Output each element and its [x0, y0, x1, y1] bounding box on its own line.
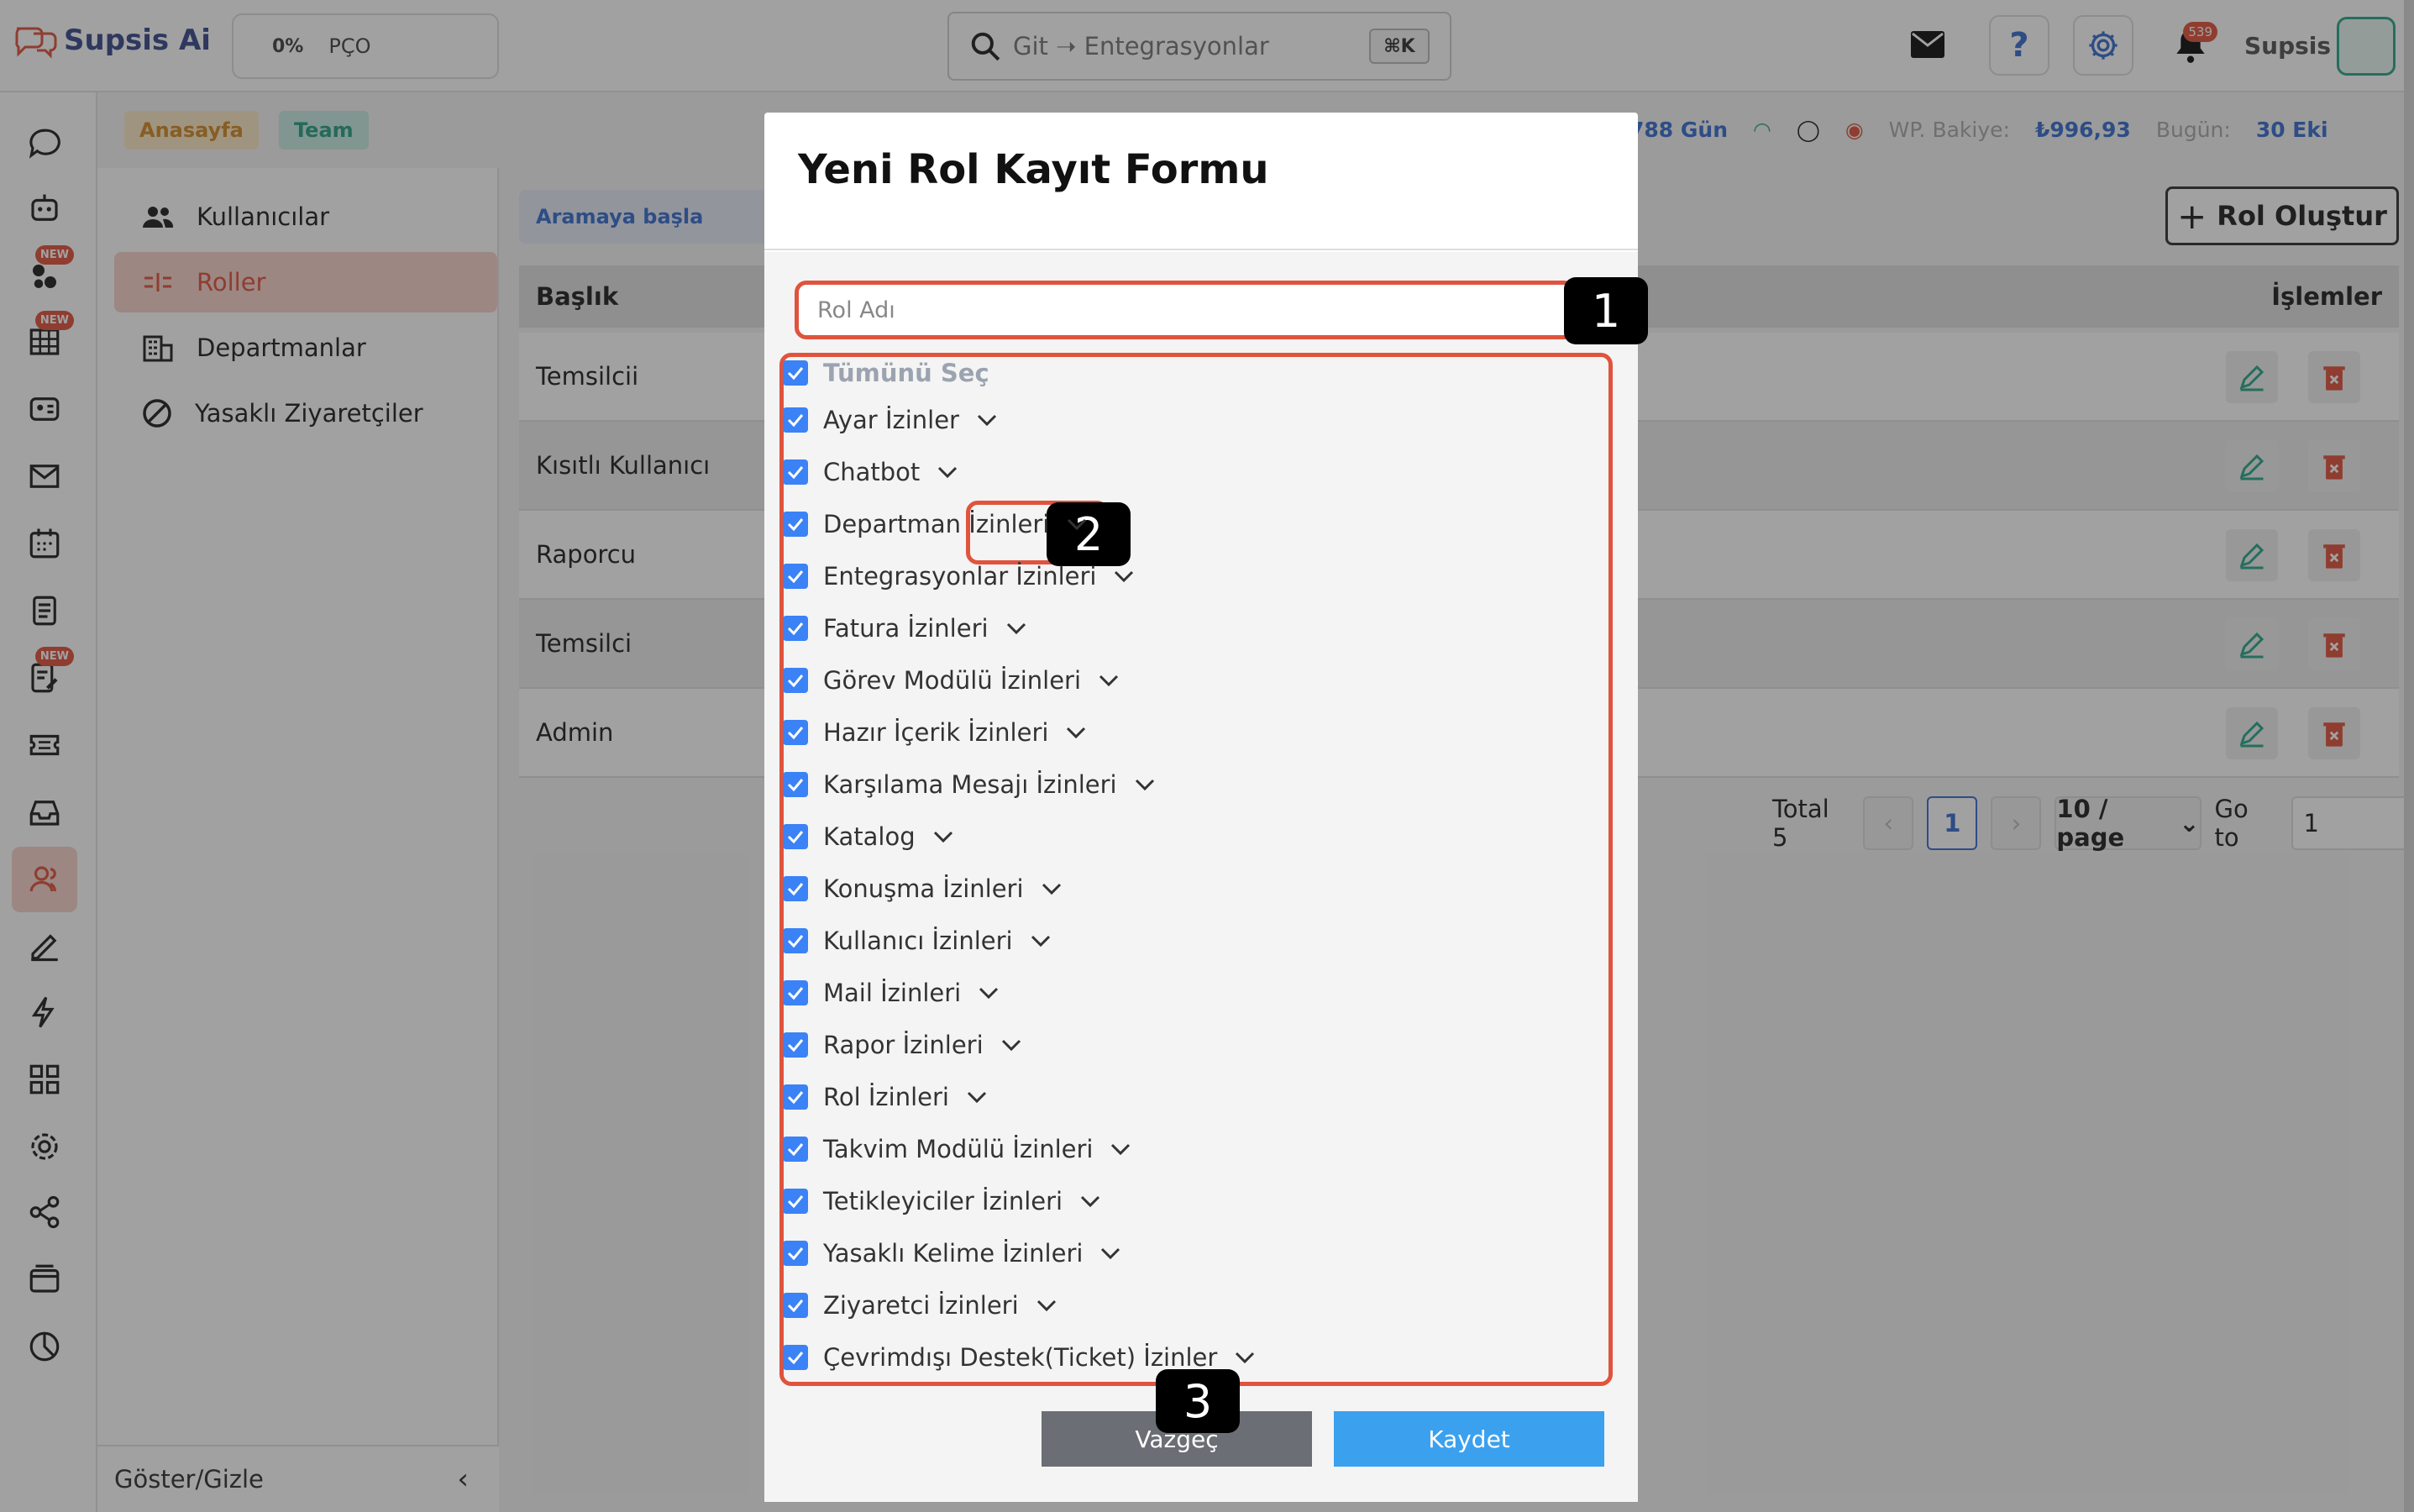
chevron-down-icon[interactable] [1066, 517, 1088, 531]
checkbox-checked-icon[interactable] [783, 1189, 808, 1214]
permission-item[interactable]: Kullanıcı İzinleri [783, 924, 1052, 958]
chevron-down-icon[interactable] [1036, 1299, 1057, 1312]
checkbox-checked-icon[interactable] [783, 928, 808, 953]
chevron-down-icon[interactable] [966, 1090, 988, 1104]
checkbox-checked-icon[interactable] [783, 1241, 808, 1266]
chevron-down-icon[interactable] [1098, 674, 1120, 687]
checkbox-checked-icon[interactable] [783, 512, 808, 537]
permission-item[interactable]: Rol İzinleri [783, 1080, 988, 1114]
checkbox-checked-icon[interactable] [783, 407, 808, 433]
permission-label: Rol İzinleri [823, 1083, 949, 1111]
permission-item[interactable]: Konuşma İzinleri [783, 872, 1063, 906]
select-all-checkbox[interactable]: Tümünü Seç [783, 356, 989, 390]
permission-label: Hazır İçerik İzinleri [823, 718, 1049, 747]
checkbox-checked-icon[interactable] [783, 980, 808, 1005]
permission-label: Departman İzinleri [823, 510, 1050, 538]
chevron-down-icon[interactable] [1134, 778, 1156, 791]
chevron-down-icon[interactable] [1005, 622, 1027, 635]
chevron-down-icon[interactable] [1099, 1247, 1121, 1260]
permission-item[interactable]: Entegrasyonlar İzinleri [783, 559, 1135, 593]
select-all-label: Tümünü Seç [823, 359, 989, 387]
role-name-input[interactable]: Rol Adı [795, 281, 1576, 339]
modal-title: Yeni Rol Kayıt Formu [798, 146, 1269, 193]
callout-1: 1 [1564, 277, 1648, 344]
checkbox-checked-icon[interactable] [783, 564, 808, 589]
permission-label: Görev Modülü İzinleri [823, 666, 1082, 695]
callout-3: 3 [1156, 1369, 1240, 1433]
chevron-down-icon[interactable] [1079, 1194, 1101, 1208]
permission-item[interactable]: Tetikleyiciler İzinleri [783, 1184, 1101, 1218]
chevron-down-icon[interactable] [1000, 1038, 1022, 1052]
chevron-down-icon[interactable] [1234, 1351, 1256, 1364]
permission-label: Konuşma İzinleri [823, 874, 1024, 903]
permission-label: Ziyaretci İzinleri [823, 1291, 1019, 1320]
permission-label: Mail İzinleri [823, 979, 962, 1007]
permission-item[interactable]: Ziyaretci İzinleri [783, 1289, 1057, 1322]
permission-item[interactable]: Chatbot [783, 455, 958, 489]
permission-label: Kullanıcı İzinleri [823, 927, 1013, 955]
permission-label: Tetikleyiciler İzinleri [823, 1187, 1063, 1215]
checkbox-checked-icon[interactable] [783, 1293, 808, 1318]
chevron-down-icon[interactable] [978, 986, 1000, 1000]
checkbox-checked-icon [783, 360, 808, 386]
permission-item[interactable]: Ayar İzinler [783, 403, 998, 437]
checkbox-checked-icon[interactable] [783, 1345, 808, 1370]
chevron-down-icon[interactable] [976, 413, 998, 427]
permission-item[interactable]: Departman İzinleri [783, 507, 1088, 541]
permission-item[interactable]: Rapor İzinleri [783, 1028, 1022, 1062]
checkbox-checked-icon[interactable] [783, 720, 808, 745]
chevron-down-icon[interactable] [932, 830, 954, 843]
permission-label: Yasaklı Kelime İzinleri [823, 1239, 1084, 1268]
checkbox-checked-icon[interactable] [783, 616, 808, 641]
checkbox-checked-icon[interactable] [783, 876, 808, 901]
checkbox-checked-icon[interactable] [783, 668, 808, 693]
permission-item[interactable]: Görev Modülü İzinleri [783, 664, 1120, 697]
role-form-modal: Yeni Rol Kayıt Formu Rol Adı 1 Tümünü Se… [764, 113, 1648, 1502]
chevron-down-icon[interactable] [1065, 726, 1087, 739]
chevron-down-icon[interactable] [1041, 882, 1063, 895]
checkbox-checked-icon[interactable] [783, 459, 808, 485]
save-button[interactable]: Kaydet [1334, 1411, 1604, 1467]
permission-item[interactable]: Hazır İçerik İzinleri [783, 716, 1087, 749]
permission-item[interactable]: Takvim Modülü İzinleri [783, 1132, 1131, 1166]
permission-item[interactable]: Fatura İzinleri [783, 612, 1027, 645]
chevron-down-icon[interactable] [1030, 934, 1052, 948]
checkbox-checked-icon[interactable] [783, 1084, 808, 1110]
permission-label: Fatura İzinleri [823, 614, 989, 643]
permission-item[interactable]: Katalog [783, 820, 954, 853]
permission-item[interactable]: Mail İzinleri [783, 976, 1000, 1010]
modal-body: Rol Adı 1 Tümünü Seç 2 Ayar İzinler Chatb… [764, 252, 1648, 1502]
permission-label: Chatbot [823, 458, 921, 486]
permission-label: Ayar İzinler [823, 406, 959, 434]
checkbox-checked-icon[interactable] [783, 1137, 808, 1162]
permission-label: Çevrimdışı Destek(Ticket) İzinler [823, 1343, 1218, 1372]
chevron-down-icon[interactable] [1110, 1142, 1131, 1156]
permission-label: Entegrasyonlar İzinleri [823, 562, 1097, 591]
modal-header: Yeni Rol Kayıt Formu [764, 113, 1638, 250]
permission-item[interactable]: Yasaklı Kelime İzinleri [783, 1236, 1121, 1270]
chevron-down-icon[interactable] [937, 465, 958, 479]
checkbox-checked-icon[interactable] [783, 824, 808, 849]
permission-label: Karşılama Mesajı İzinleri [823, 770, 1117, 799]
permission-label: Katalog [823, 822, 916, 851]
checkbox-checked-icon[interactable] [783, 1032, 808, 1058]
checkbox-checked-icon[interactable] [783, 772, 808, 797]
permission-label: Takvim Modülü İzinleri [823, 1135, 1094, 1163]
chevron-down-icon[interactable] [1113, 570, 1135, 583]
permission-label: Rapor İzinleri [823, 1031, 984, 1059]
permission-item[interactable]: Karşılama Mesajı İzinleri [783, 768, 1156, 801]
